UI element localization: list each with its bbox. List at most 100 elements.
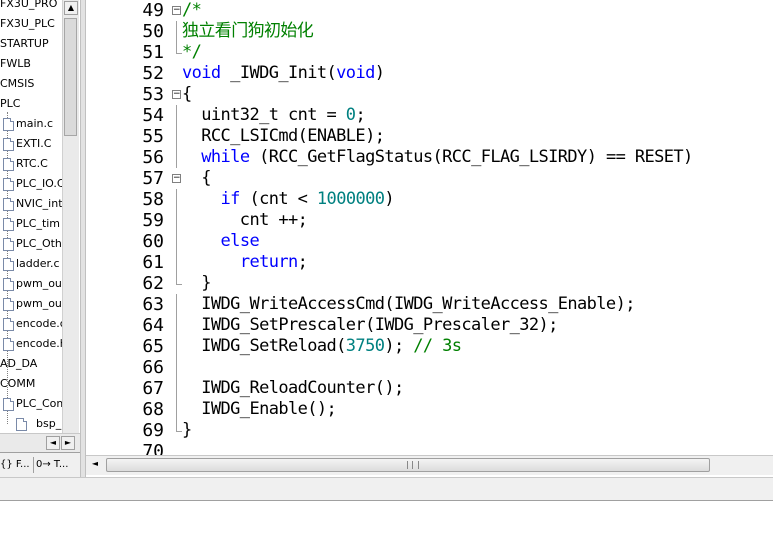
code-text: }	[182, 273, 211, 293]
code-line[interactable]: {	[182, 168, 211, 189]
code-line[interactable]: {	[182, 84, 192, 105]
tree-file-item[interactable]: encode.h	[0, 334, 62, 354]
code-text: IWDG_ReloadCounter();	[182, 378, 404, 398]
fold-guide-line	[176, 294, 177, 315]
tree-file-item[interactable]: encode.c	[0, 314, 62, 334]
line-number: 66	[142, 357, 164, 378]
code-line[interactable]: void _IWDG_Init(void)	[182, 63, 385, 84]
scroll-right-arrow-icon[interactable]: ►	[61, 436, 75, 450]
tree-item-label: FX3U_PLC	[0, 17, 55, 30]
line-number: 52	[142, 63, 164, 84]
code-line[interactable]: }	[182, 273, 211, 294]
code-line[interactable]: return;	[182, 252, 308, 273]
fold-collapse-icon[interactable]: −	[172, 90, 181, 99]
code-line[interactable]: else	[182, 231, 260, 252]
tree-item-label: FWLB	[0, 57, 31, 70]
fold-guide-line	[176, 210, 177, 231]
tree-folder-item[interactable]: PLC	[0, 94, 62, 114]
line-number: 63	[142, 294, 164, 315]
tree-item-label: main.c	[16, 117, 54, 130]
code-line[interactable]: cnt ++;	[182, 210, 308, 231]
code-line[interactable]: IWDG_SetPrescaler(IWDG_Prescaler_32);	[182, 315, 558, 336]
fold-guide-line	[176, 336, 177, 357]
code-line[interactable]: }	[182, 420, 192, 441]
file-icon	[3, 278, 14, 291]
scroll-left-arrow-icon[interactable]: ◄	[88, 458, 102, 472]
line-number: 58	[142, 189, 164, 210]
tree-item-label: PLC	[0, 97, 21, 110]
line-number: 69	[142, 420, 164, 441]
tree-folder-item[interactable]: FX3U_PRO	[0, 0, 62, 14]
code-text: }	[182, 420, 192, 440]
tree-file-item[interactable]: ladder.c	[0, 254, 62, 274]
tree-file-item[interactable]: EXTI.C	[0, 134, 62, 154]
tree-file-item[interactable]: PLC_IO.C	[0, 174, 62, 194]
code-line[interactable]: IWDG_ReloadCounter();	[182, 378, 404, 399]
file-icon	[3, 218, 14, 231]
scroll-left-arrow-icon[interactable]: ◄	[46, 436, 60, 450]
tree-file-item[interactable]: RTC.C	[0, 154, 62, 174]
tree-folder-item[interactable]: CMSIS	[0, 74, 62, 94]
code-text: {	[182, 168, 211, 188]
tree-file-item[interactable]: pwm_ou	[0, 294, 62, 314]
code-text: ;	[297, 252, 308, 272]
fold-guide-line	[176, 399, 177, 420]
tree-scroll-thumb[interactable]	[64, 18, 77, 136]
code-line[interactable]: */	[182, 42, 202, 63]
tree-file-item[interactable]: pwm_ou	[0, 274, 62, 294]
line-number: 53	[142, 84, 164, 105]
tree-file-item[interactable]: NVIC_int	[0, 194, 62, 214]
tree-item-label: RTC.C	[16, 157, 48, 170]
editor-horizontal-scrollbar[interactable]: ◄	[86, 455, 773, 475]
file-icon	[3, 118, 14, 131]
tree-folder-item[interactable]: STARTUP	[0, 34, 62, 54]
line-number-gutter: 49 50 51 52 53 54 55 56 57 58 59 60 61 62 63 64 65 66 67 68…	[86, 0, 166, 455]
line-number: 51	[142, 42, 164, 63]
tree-horizontal-scrollbar[interactable]: ◄ ►	[0, 433, 80, 452]
file-icon	[3, 258, 14, 271]
tree-item-label: FX3U_PRO	[0, 0, 58, 10]
tab-templates[interactable]: 0→ T...	[36, 456, 74, 474]
tree-item-label: NVIC_int	[16, 197, 62, 210]
fold-collapse-icon[interactable]: −	[172, 6, 181, 15]
code-line[interactable]: IWDG_WriteAccessCmd(IWDG_WriteAccess_Ena…	[182, 294, 635, 315]
editor-scroll-thumb[interactable]	[106, 458, 710, 472]
code-text: IWDG_SetReload(	[182, 336, 346, 356]
tree-folder-item[interactable]: FWLB	[0, 54, 62, 74]
line-number: 68	[142, 399, 164, 420]
code-line[interactable]: if (cnt < 1000000)	[182, 189, 395, 210]
tree-file-item[interactable]: main.c	[0, 114, 62, 134]
tree-vertical-scrollbar[interactable]: ▲	[62, 0, 79, 452]
tree-folder-item[interactable]: FX3U_PLC	[0, 14, 62, 34]
scroll-up-arrow-icon[interactable]: ▲	[64, 1, 78, 15]
code-line[interactable]: uint32_t cnt = 0;	[182, 105, 365, 126]
tree-file-item[interactable]: bsp_	[0, 414, 62, 434]
code-comment: // 3s	[413, 336, 462, 356]
code-text: uint32_t cnt =	[182, 105, 346, 125]
code-line[interactable]: 独立看门狗初始化	[182, 21, 314, 42]
tab-functions[interactable]: {} F...	[0, 456, 34, 474]
fold-guide-line	[176, 126, 177, 147]
tree-file-item[interactable]: PLC_Com	[0, 394, 62, 414]
line-number: 70	[142, 441, 164, 455]
code-line[interactable]: while (RCC_GetFlagStatus(RCC_FLAG_LSIRDY…	[182, 147, 693, 168]
tree-folder-item[interactable]: COMM	[0, 374, 62, 394]
code-line[interactable]: RCC_LSICmd(ENABLE);	[182, 126, 385, 147]
code-editor[interactable]: 49 50 51 52 53 54 55 56 57 58 59 60 61 62 63 64 65 66 67 68…	[86, 0, 773, 455]
code-keyword: else	[220, 231, 260, 251]
line-number: 64	[142, 315, 164, 336]
tree-file-item[interactable]: PLC_Oth	[0, 234, 62, 254]
panel-divider-bar[interactable]	[0, 477, 773, 501]
code-number: 3750	[345, 336, 385, 356]
tree-folder-item[interactable]: AD_DA	[0, 354, 62, 374]
code-line[interactable]: IWDG_Enable();	[182, 399, 337, 420]
project-tree-panel: FX3U_PRO FX3U_PLC STARTUP FWLB CMSIS PLC main.…	[0, 0, 62, 452]
tree-file-item[interactable]: PLC_tim	[0, 214, 62, 234]
code-text: )	[374, 63, 385, 83]
code-line[interactable]: IWDG_SetReload(3750); // 3s	[182, 336, 462, 357]
code-number: 0	[345, 105, 356, 125]
fold-collapse-icon[interactable]: −	[172, 174, 181, 183]
tree-item-label: encode.c	[16, 317, 62, 330]
code-line[interactable]: /*	[182, 0, 202, 21]
